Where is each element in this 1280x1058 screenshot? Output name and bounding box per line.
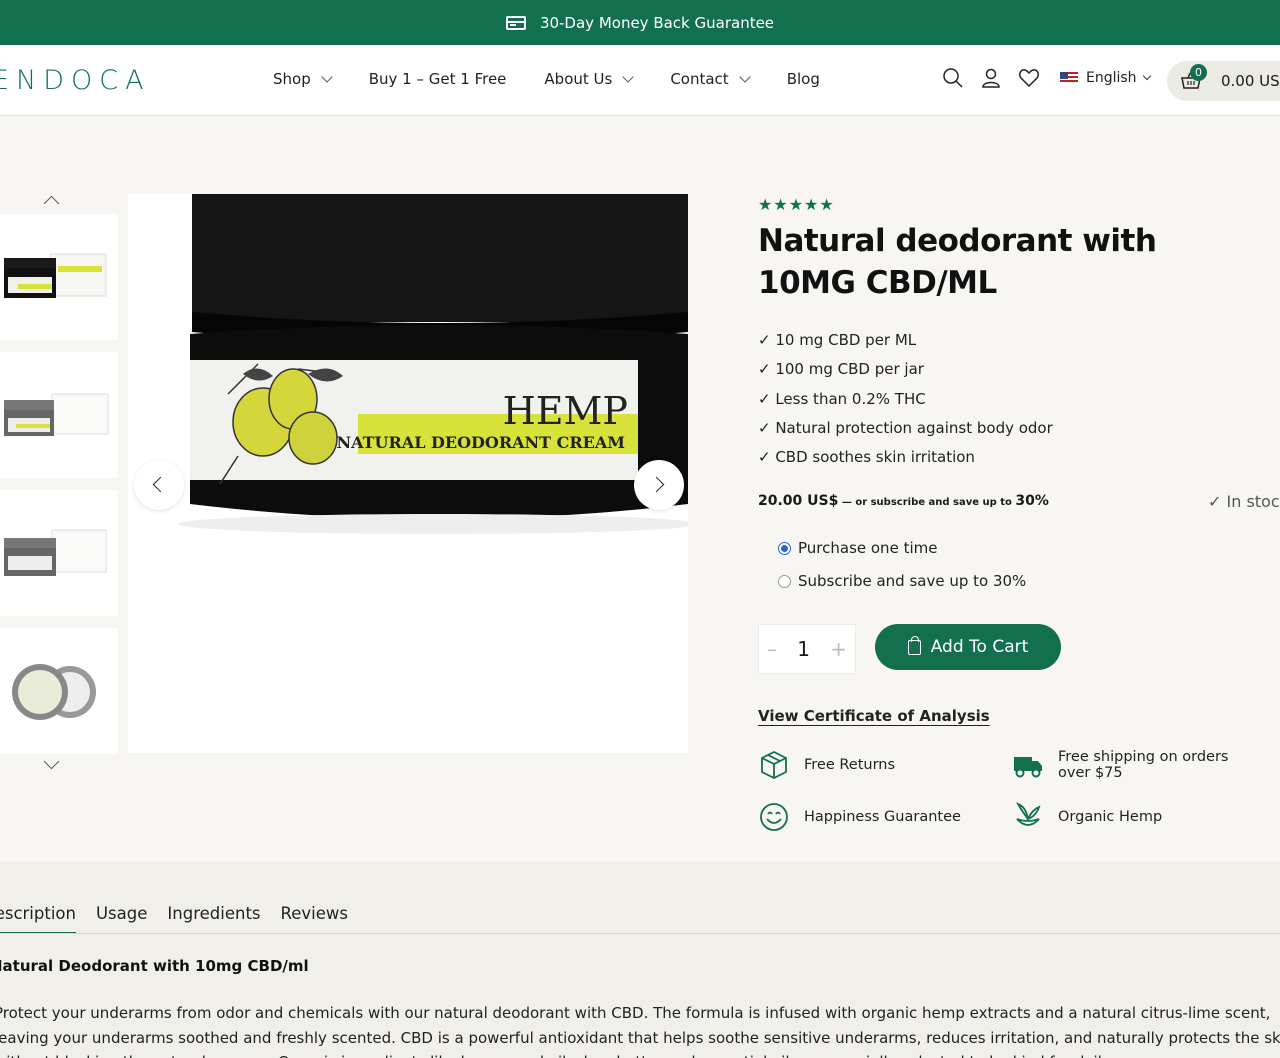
site-header: ENDOCA Shop Buy 1 – Get 1 Free About Us … (0, 45, 1280, 116)
credit-card-icon (505, 15, 526, 30)
option-label: Purchase one time (798, 539, 938, 557)
perk-free-shipping: Free shipping on orders over $75 (1012, 749, 1242, 781)
perk-label: Happiness Guarantee (804, 809, 961, 825)
star-icon: ★ (788, 195, 804, 214)
perk-organic-hemp: Organic Hemp (1012, 801, 1162, 833)
nav-buy1get1-label: Buy 1 – Get 1 Free (368, 70, 507, 88)
tabs-divider (0, 933, 1280, 934)
image-next-button[interactable] (634, 460, 684, 510)
tab-description[interactable]: Description (0, 904, 76, 934)
add-to-cart-label: Add To Cart (930, 637, 1029, 657)
star-icon: ★ (804, 195, 819, 214)
main-nav: Shop Buy 1 – Get 1 Free About Us Contact… (273, 70, 858, 88)
hemp-leaf-icon (1015, 802, 1041, 826)
cart-total: 0.00 US$ (1221, 72, 1280, 90)
search-icon[interactable] (942, 67, 964, 89)
chevron-down-icon (622, 70, 634, 83)
tab-reviews[interactable]: Reviews (281, 904, 348, 934)
feature-item: ✓ Less than 0.2% THC (758, 389, 926, 408)
thumbnail-4-image (12, 664, 96, 720)
thumbnail-3[interactable] (0, 490, 118, 616)
announcement-bar: 30-Day Money Back Guarantee (0, 0, 1280, 45)
nav-shop-label: Shop (273, 70, 311, 88)
nav-shop[interactable]: Shop (273, 70, 333, 88)
feature-item: ✓ 100 mg CBD per jar (758, 360, 924, 379)
description-body: Protect your underarms from odor and che… (0, 1004, 1280, 1058)
save-percent: 30% (1015, 493, 1049, 509)
perk-label: Free Returns (804, 757, 896, 773)
endoca-logo[interactable]: ENDOCA (0, 65, 151, 96)
thumbnail-3-image (4, 529, 107, 576)
chevron-down-icon (321, 70, 333, 83)
star-icon: ★ (758, 195, 773, 214)
nav-blog[interactable]: Blog (787, 70, 820, 88)
radio-button[interactable] (778, 574, 791, 588)
purchase-one-time-option[interactable]: Purchase one time (778, 539, 937, 557)
us-flag-icon (1060, 72, 1078, 84)
image-prev-button[interactable] (134, 460, 184, 510)
description-title: Natural Deodorant with 10mg CBD/ml (0, 957, 309, 975)
chevron-down-icon (1142, 71, 1151, 81)
jar-label-text: NATURAL DEODORANT CREAM (336, 433, 625, 452)
nav-contact-label: Contact (670, 70, 729, 88)
price: 20.00 US$ (758, 493, 839, 509)
nav-blog-label: Blog (786, 70, 820, 88)
quantity-stepper[interactable]: – 1 + (758, 624, 856, 674)
feature-item: ✓ CBD soothes skin irritation (758, 448, 975, 467)
perk-free-returns: Free Returns (758, 749, 895, 781)
product-tabs: Description Usage Ingredients Reviews (0, 904, 368, 934)
stock-status: ✓ In stock (1208, 492, 1280, 511)
nav-about-label: About Us (544, 70, 613, 88)
thumbnail-up-arrow[interactable] (43, 195, 60, 212)
truck-icon (1014, 757, 1042, 778)
perk-label: Free shipping on orders over $75 (1058, 749, 1229, 781)
star-icon: ★ (773, 195, 788, 214)
box-icon (761, 750, 787, 780)
thumbnail-1-image (4, 253, 107, 298)
radio-button-selected[interactable] (778, 541, 791, 555)
certificate-of-analysis-link[interactable]: View Certificate of Analysis (758, 707, 990, 725)
subscribe-option[interactable]: Subscribe and save up to 30% (778, 572, 1026, 590)
announcement-text: 30-Day Money Back Guarantee (539, 13, 775, 32)
wishlist-heart-icon[interactable] (1018, 67, 1040, 89)
thumbnail-4[interactable] (0, 628, 118, 754)
header-actions: English (942, 67, 1151, 89)
star-icon: ★ (819, 195, 834, 214)
thumbnail-2[interactable] (0, 352, 118, 478)
nav-about-us[interactable]: About Us (544, 70, 634, 88)
account-icon[interactable] (980, 67, 1002, 89)
price-note: — or subscribe and save up to (838, 497, 1016, 508)
smiley-icon (760, 803, 788, 831)
feature-item: ✓ 10 mg CBD per ML (758, 331, 917, 349)
language-label: English (1086, 70, 1137, 86)
jar-brand-text: HEMP (503, 389, 628, 433)
decrease-quantity-button[interactable]: – (767, 637, 777, 661)
feature-list: ✓ 10 mg CBD per ML ✓ 100 mg CBD per jar … (758, 326, 1053, 472)
quantity-value[interactable]: 1 (797, 637, 810, 661)
cart-button[interactable]: 0 0.00 US$ (1167, 61, 1280, 101)
shopping-bag-icon (907, 635, 921, 655)
deodorant-jar-image: HEMP NATURAL DEODORANT CREAM (178, 194, 688, 534)
perk-label: Organic Hemp (1058, 809, 1163, 825)
product-title: Natural deodorant with 10MG CBD/ML (758, 223, 1157, 301)
language-selector[interactable]: English (1060, 70, 1151, 86)
feature-item: ✓ Natural protection against body odor (758, 418, 1053, 437)
tab-usage[interactable]: Usage (96, 904, 147, 934)
price-row: 20.00 US$ — or subscribe and save up to … (758, 493, 1049, 509)
thumbnail-2-image (4, 393, 109, 436)
option-label: Subscribe and save up to 30% (798, 572, 1027, 590)
perk-happiness-guarantee: Happiness Guarantee (758, 801, 961, 833)
product-main-image: HEMP NATURAL DEODORANT CREAM (128, 194, 688, 753)
increase-quantity-button[interactable]: + (830, 637, 847, 661)
add-to-cart-button[interactable]: Add To Cart (875, 624, 1061, 670)
nav-buy1get1[interactable]: Buy 1 – Get 1 Free (369, 70, 507, 88)
cart-count-badge: 0 (1190, 64, 1207, 81)
chevron-down-icon (739, 70, 751, 83)
star-rating[interactable]: ★ ★ ★ ★ ★ (758, 195, 835, 214)
tab-ingredients[interactable]: Ingredients (167, 904, 260, 934)
thumbnail-1[interactable] (0, 214, 118, 340)
thumbnail-down-arrow[interactable] (43, 753, 60, 770)
nav-contact[interactable]: Contact (670, 70, 751, 88)
